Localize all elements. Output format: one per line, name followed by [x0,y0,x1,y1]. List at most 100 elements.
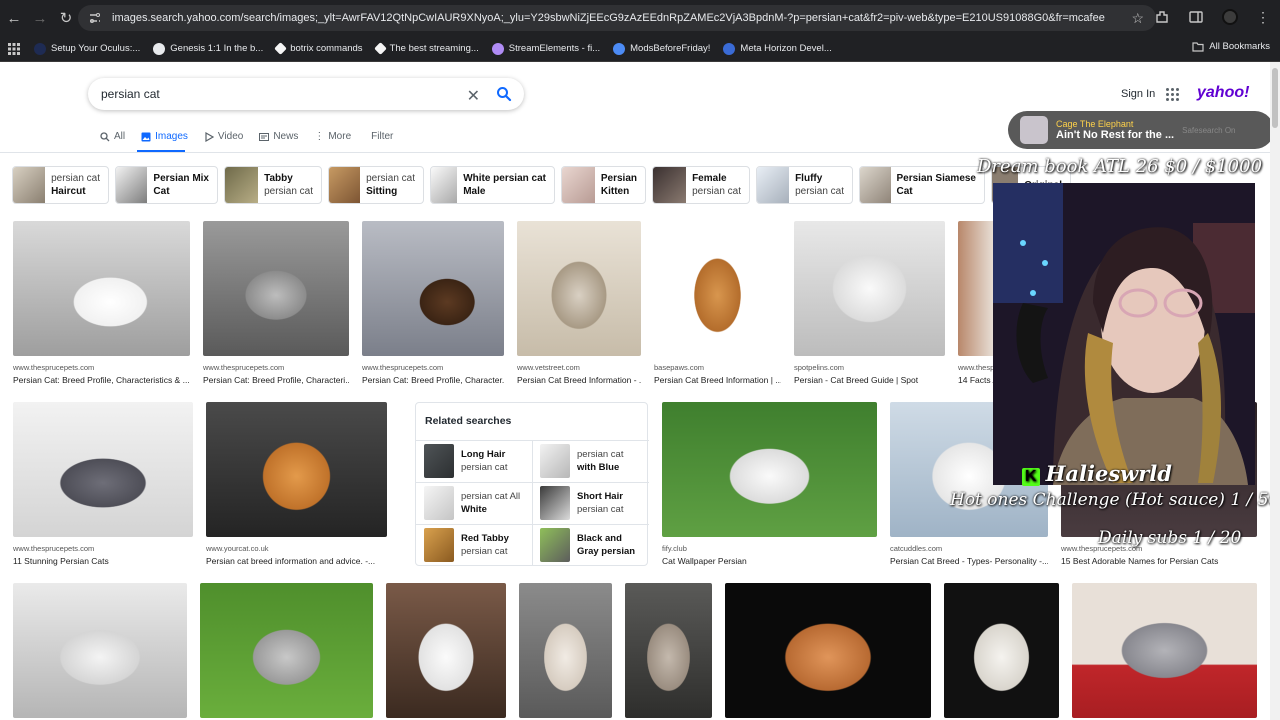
image-result[interactable]: fify.club Cat Wallpaper Persian [662,402,877,566]
result-image[interactable] [386,583,506,718]
chip-tabby-persian-cat[interactable]: Tabby persian cat [224,166,322,204]
result-image[interactable] [654,221,781,356]
bookmark-item[interactable]: Meta Horizon Devel... [723,42,832,55]
filter-button[interactable]: Filter [371,131,393,142]
result-image[interactable] [13,402,193,537]
bookmark-item[interactable]: botrix commands [274,42,363,55]
image-result[interactable] [200,583,373,718]
site-info-icon[interactable] [88,11,102,25]
play-icon [205,131,214,142]
tab-images[interactable]: Images [141,131,188,142]
suggestion-chips: persian cat Haircut Persian Mix Cat Tabby p… [12,166,1077,204]
tab-video[interactable]: Video [204,131,243,142]
related-search-item[interactable]: Long Hair persian cat [424,442,536,480]
chip-fluffy-persian-cat[interactable]: Fluffy persian cat [756,166,853,204]
related-search-item[interactable]: Red Tabby persian cat [424,526,536,564]
image-result[interactable]: www.thesprucepets.com Persian Cat: Breed… [203,221,349,385]
image-result[interactable]: www.thesp 14 Facts A [958,221,998,385]
side-panel-icon[interactable] [1188,9,1204,25]
sign-in-link[interactable]: Sign In [1121,88,1155,100]
back-icon[interactable]: ← [2,6,26,30]
chip-thumbnail [13,167,46,203]
chip-female-persian-cat[interactable]: Female persian cat [652,166,750,204]
result-image[interactable] [203,221,349,356]
image-result[interactable]: www.thesprucepets.com 11 Stunning Persia… [13,402,193,566]
tab-all[interactable]: All [100,131,125,142]
bookmark-item[interactable]: The best streaming... [373,42,479,55]
image-result[interactable] [13,583,187,718]
bookmark-star-icon[interactable]: ☆ [1131,10,1144,27]
image-result[interactable] [944,583,1059,718]
address-bar[interactable]: images.search.yahoo.com/search/images;_y… [78,5,1156,31]
result-image[interactable] [517,221,641,356]
result-image[interactable] [944,583,1059,718]
result-image[interactable] [519,583,612,718]
result-image[interactable] [13,583,187,718]
result-image[interactable] [625,583,712,718]
extensions-icon[interactable] [1154,9,1170,25]
related-search-item[interactable]: persian cat with Blue [540,442,652,480]
result-image[interactable] [794,221,945,356]
image-result[interactable]: spotpelins.com Persian - Cat Breed Guide… [794,221,945,385]
chip-persian-mix-cat[interactable]: Persian Mix Cat [115,166,218,204]
mods-icon [613,42,626,55]
image-result[interactable] [1072,583,1257,718]
forward-icon[interactable]: → [28,6,52,30]
image-result[interactable] [519,583,612,718]
image-result[interactable]: www.yourcat.co.uk Persian cat breed info… [206,402,387,566]
scrollbar-thumb[interactable] [1272,68,1278,128]
chip-persian-cat-haircut[interactable]: persian cat Haircut [12,166,109,204]
oculus-icon [34,42,46,55]
result-image[interactable] [206,402,387,537]
bookmark-item[interactable]: StreamElements - fi... [491,42,600,55]
related-search-item[interactable]: persian cat All White [424,484,536,522]
bookmark-item[interactable]: Setup Your Oculus:... [34,42,140,55]
result-image[interactable] [362,221,504,356]
image-result[interactable]: www.thesprucepets.com Persian Cat: Breed… [13,221,190,385]
url-text[interactable]: images.search.yahoo.com/search/images;_y… [112,12,1112,24]
reload-icon[interactable]: ↻ [54,6,78,30]
search-icon[interactable] [496,86,512,102]
apps-grid-icon[interactable] [1166,88,1179,101]
streamer-name: K Halieswrld [1022,461,1172,486]
result-image[interactable] [1072,583,1257,718]
result-image[interactable] [725,583,931,718]
page-scrollbar[interactable] [1270,62,1280,720]
image-result[interactable] [725,583,931,718]
bookmark-item[interactable]: Genesis 1:1 In the b... [153,42,263,55]
chip-thumbnail [431,167,458,203]
botrix-icon [274,42,288,55]
image-result[interactable] [386,583,506,718]
chip-thumbnail [562,167,595,203]
chip-thumbnail [860,167,891,203]
related-search-item[interactable]: Black and Gray persian [540,526,652,564]
chip-persian-kitten[interactable]: Persian Kitten [561,166,646,204]
all-bookmarks-button[interactable]: All Bookmarks [1192,41,1270,52]
image-result[interactable]: www.vetstreet.com Persian Cat Breed Info… [517,221,641,385]
result-image[interactable] [200,583,373,718]
safesearch-toggle[interactable]: Safesearch On [1182,126,1235,135]
news-icon [259,132,270,141]
chip-persian-siamese-cat[interactable]: Persian Siamese Cat [859,166,985,204]
apps-grid-icon[interactable] [8,42,20,55]
result-image[interactable] [662,402,877,537]
yahoo-logo[interactable]: yahoo! [1197,84,1249,102]
clear-icon[interactable]: ✕ [467,86,480,106]
image-result[interactable] [625,583,712,718]
image-result[interactable]: basepaws.com Persian Cat Breed Informati… [654,221,781,385]
search-input[interactable] [101,87,461,101]
result-image[interactable] [13,221,190,356]
tab-more[interactable]: ⋮ More [314,131,351,142]
related-search-item[interactable]: Short Hair persian cat [540,484,652,522]
result-image[interactable] [958,221,998,356]
search-box[interactable]: ✕ [88,78,524,110]
tab-news[interactable]: News [259,131,298,142]
chip-white-persian-cat-male[interactable]: White persian cat Male [430,166,555,204]
profile-avatar[interactable] [1222,9,1238,25]
bookmarks-bar: Setup Your Oculus:... Genesis 1:1 In the… [0,36,1280,62]
related-searches-panel: Related searches Long Hair persian cat pe… [415,402,649,566]
menu-dots-icon[interactable]: ⋮ [1256,9,1270,25]
image-result[interactable]: www.thesprucepets.com Persian Cat: Breed… [362,221,504,385]
bookmark-item[interactable]: ModsBeforeFriday! [613,42,710,55]
chip-persian-cat-sitting[interactable]: persian cat Sitting [328,166,424,204]
